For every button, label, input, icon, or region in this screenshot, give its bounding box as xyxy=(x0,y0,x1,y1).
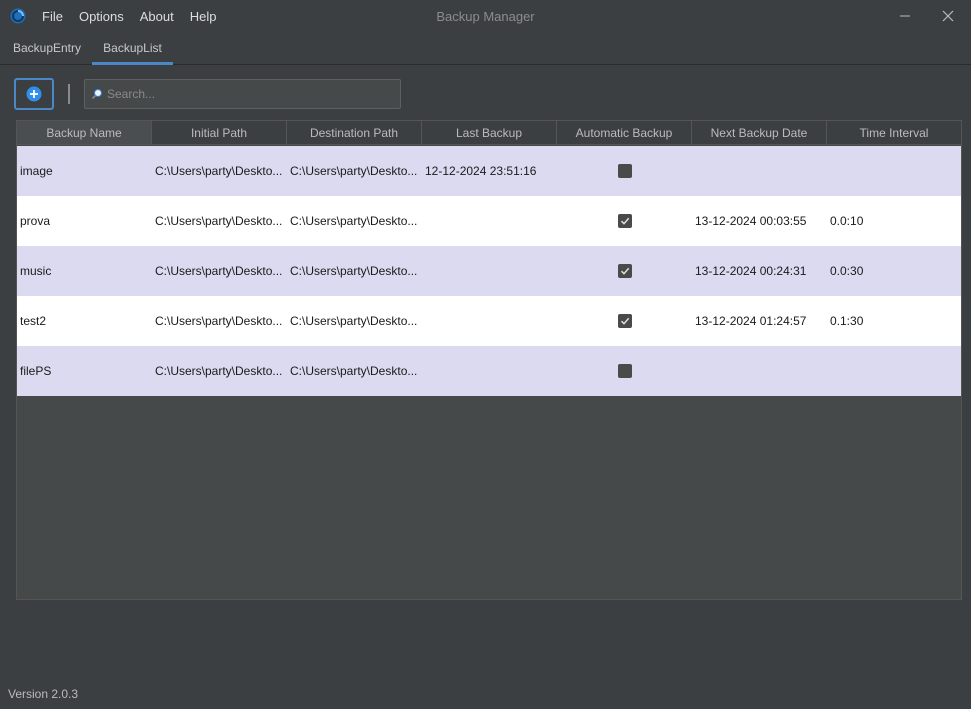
cell-last-backup xyxy=(422,296,557,346)
table-row[interactable]: test2 C:\Users\party\Deskto... C:\Users\… xyxy=(17,296,961,346)
cell-last-backup xyxy=(422,196,557,246)
cell-last-backup: 12-12-2024 23:51:16 xyxy=(425,164,537,178)
column-header-time-interval[interactable]: Time Interval xyxy=(827,121,961,145)
cell-initial-path: C:\Users\party\Deskto... xyxy=(155,314,283,328)
cell-next-backup-date xyxy=(692,346,827,396)
checkmark-icon xyxy=(620,217,630,225)
cell-destination-path: C:\Users\party\Deskto... xyxy=(290,214,418,228)
minimize-icon xyxy=(900,15,910,17)
cell-backup-name: image xyxy=(20,164,53,178)
cell-time-interval: 0.0:30 xyxy=(830,264,864,278)
minimize-button[interactable] xyxy=(883,0,927,32)
plus-circle-icon xyxy=(26,86,42,102)
toolbar-separator xyxy=(68,84,70,104)
column-header-automatic-backup[interactable]: Automatic Backup xyxy=(557,121,692,145)
table-row[interactable]: filePS C:\Users\party\Deskto... C:\Users… xyxy=(17,346,961,396)
cell-time-interval: 0.0:10 xyxy=(830,214,864,228)
column-header-next-backup-date[interactable]: Next Backup Date xyxy=(692,121,827,145)
app-logo-icon xyxy=(10,8,26,24)
cell-destination-path: C:\Users\party\Deskto... xyxy=(290,314,418,328)
menu-about[interactable]: About xyxy=(132,0,182,34)
column-header-backup-name[interactable]: Backup Name xyxy=(17,121,152,145)
title-bar: File Options About Help Backup Manager xyxy=(0,0,971,34)
cell-next-backup-date: 13-12-2024 01:24:57 xyxy=(695,314,807,328)
automatic-backup-checkbox[interactable] xyxy=(618,314,632,328)
cell-next-backup-date: 13-12-2024 00:24:31 xyxy=(695,264,807,278)
checkmark-icon xyxy=(620,317,630,325)
table-row[interactable]: prova C:\Users\party\Deskto... C:\Users\… xyxy=(17,196,961,246)
cell-backup-name: test2 xyxy=(20,314,47,328)
menu-help[interactable]: Help xyxy=(182,0,225,34)
cell-initial-path: C:\Users\party\Deskto... xyxy=(155,264,283,278)
column-header-initial-path[interactable]: Initial Path xyxy=(152,121,287,145)
cell-backup-name: filePS xyxy=(20,364,52,378)
cell-destination-path: C:\Users\party\Deskto... xyxy=(290,364,418,378)
automatic-backup-checkbox[interactable] xyxy=(618,214,632,228)
close-icon xyxy=(942,10,954,22)
tab-bar: BackupEntry BackupList xyxy=(0,34,971,65)
cell-next-backup-date: 13-12-2024 00:03:55 xyxy=(695,214,807,228)
cell-initial-path: C:\Users\party\Deskto... xyxy=(155,214,283,228)
cell-initial-path: C:\Users\party\Deskto... xyxy=(155,164,283,178)
menu-options[interactable]: Options xyxy=(71,0,132,34)
table-row[interactable]: music C:\Users\party\Deskto... C:\Users\… xyxy=(17,246,961,296)
cell-time-interval xyxy=(827,346,961,396)
search-box[interactable] xyxy=(84,79,401,109)
menu-bar: File Options About Help xyxy=(34,0,225,34)
cell-last-backup xyxy=(422,246,557,296)
search-input[interactable] xyxy=(107,84,395,104)
cell-time-interval: 0.1:30 xyxy=(830,314,864,328)
table-body: image C:\Users\party\Deskto... C:\Users\… xyxy=(17,146,961,396)
search-icon xyxy=(91,89,102,100)
tab-backup-list[interactable]: BackupList xyxy=(92,34,173,65)
automatic-backup-checkbox[interactable] xyxy=(618,364,632,378)
cell-backup-name: music xyxy=(20,264,52,278)
table-header: Backup Name Initial Path Destination Pat… xyxy=(17,121,961,145)
column-header-last-backup[interactable]: Last Backup xyxy=(422,121,557,145)
cell-time-interval xyxy=(827,146,961,196)
column-header-destination-path[interactable]: Destination Path xyxy=(287,121,422,145)
add-backup-button[interactable] xyxy=(14,78,54,110)
version-label: Version 2.0.3 xyxy=(8,687,79,701)
cell-destination-path: C:\Users\party\Deskto... xyxy=(290,164,418,178)
cell-last-backup xyxy=(422,346,557,396)
cell-destination-path: C:\Users\party\Deskto... xyxy=(290,264,418,278)
cell-next-backup-date xyxy=(692,146,827,196)
menu-file[interactable]: File xyxy=(34,0,71,34)
cell-initial-path: C:\Users\party\Deskto... xyxy=(155,364,283,378)
table-row[interactable]: image C:\Users\party\Deskto... C:\Users\… xyxy=(17,146,961,196)
cell-backup-name: prova xyxy=(20,214,51,228)
automatic-backup-checkbox[interactable] xyxy=(618,164,632,178)
backup-table: Backup Name Initial Path Destination Pat… xyxy=(16,120,962,600)
tab-backup-entry[interactable]: BackupEntry xyxy=(4,34,90,65)
automatic-backup-checkbox[interactable] xyxy=(618,264,632,278)
close-button[interactable] xyxy=(926,0,970,32)
checkmark-icon xyxy=(620,267,630,275)
